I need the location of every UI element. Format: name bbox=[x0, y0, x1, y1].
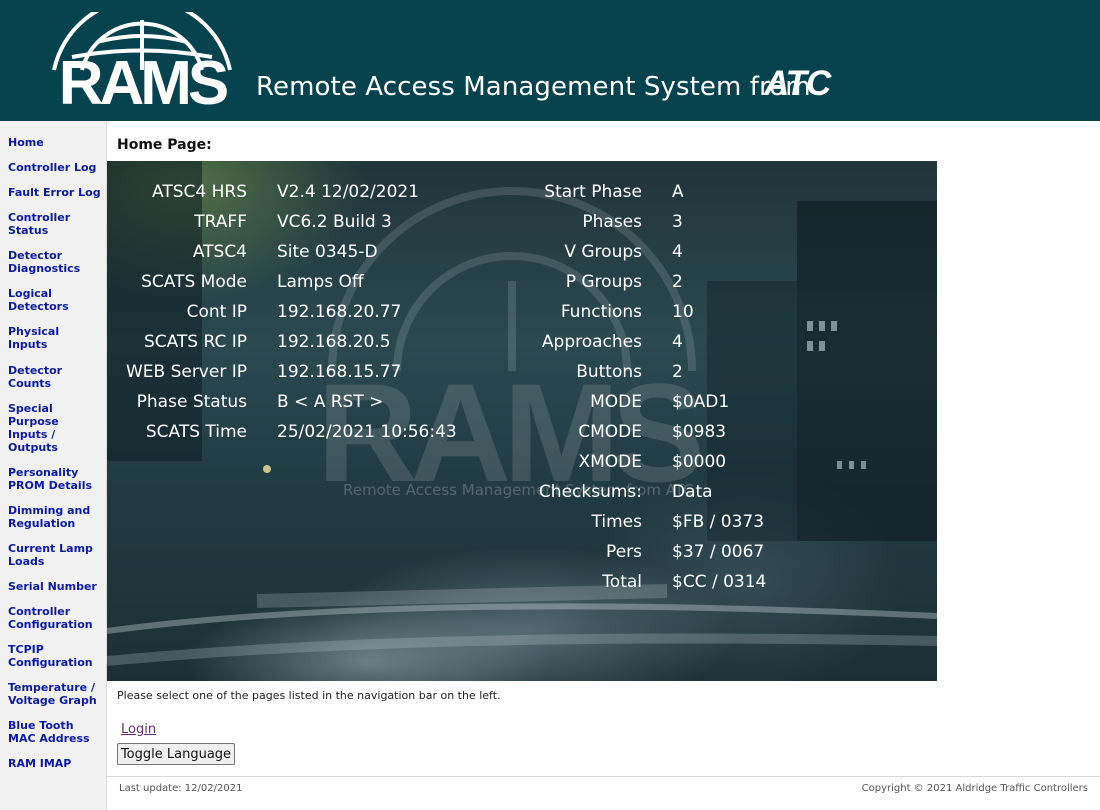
value-times: $FB / 0373 bbox=[672, 512, 765, 532]
sidebar-item-dimming-regulation[interactable]: Dimming and Regulation bbox=[8, 504, 104, 530]
rams-logo-text: RAMS bbox=[59, 49, 227, 112]
label-web-server-ip: WEB Server IP bbox=[125, 362, 247, 382]
label-scats-mode: SCATS Mode bbox=[141, 272, 247, 292]
value-checksums: Data bbox=[672, 482, 713, 502]
sidebar-item-physical-inputs[interactable]: Physical Inputs bbox=[8, 325, 104, 351]
instruction-note: Please select one of the pages listed in… bbox=[117, 689, 501, 702]
label-cont-ip: Cont IP bbox=[186, 302, 247, 322]
label-phase-status: Phase Status bbox=[136, 392, 247, 412]
sidebar-item-tcpip-configuration[interactable]: TCPIP Configuration bbox=[8, 643, 104, 669]
label-total: Total bbox=[602, 572, 642, 592]
label-buttons: Buttons bbox=[576, 362, 642, 382]
value-atsc4-hrs: V2.4 12/02/2021 bbox=[277, 182, 420, 202]
label-traff: TRAFF bbox=[194, 212, 247, 232]
label-cmode: CMODE bbox=[578, 422, 642, 442]
sidebar-item-bluetooth-mac[interactable]: Blue Tooth MAC Address bbox=[8, 719, 104, 745]
value-cont-ip: 192.168.20.77 bbox=[277, 302, 402, 322]
label-pers: Pers bbox=[606, 542, 642, 562]
sidebar-item-controller-configuration[interactable]: Controller Configuration bbox=[8, 605, 104, 631]
background-scene: RAMS Remote Access Management System fro… bbox=[107, 161, 937, 666]
value-traff: VC6.2 Build 3 bbox=[277, 212, 392, 232]
label-mode: MODE bbox=[590, 392, 642, 412]
label-start-phase: Start Phase bbox=[544, 182, 642, 202]
value-functions: 10 bbox=[672, 302, 694, 322]
label-approaches: Approaches bbox=[541, 332, 642, 352]
value-phase-status: B < A RST > bbox=[277, 392, 384, 412]
site-header: RAMS Remote Access Management System fro… bbox=[0, 0, 1100, 121]
label-atsc4-hrs: ATSC4 HRS bbox=[152, 182, 247, 202]
value-mode: $0AD1 bbox=[672, 392, 730, 412]
sidebar-item-controller-status[interactable]: Controller Status bbox=[8, 211, 104, 237]
value-scats-time: 25/02/2021 10:56:43 bbox=[277, 422, 457, 442]
sidebar-item-special-purpose-io[interactable]: Special Purpose Inputs / Outputs bbox=[8, 402, 104, 454]
sidebar-item-ram-imap[interactable]: RAM IMAP bbox=[8, 757, 104, 770]
toggle-language-button[interactable]: Toggle Language bbox=[117, 743, 235, 765]
login-link[interactable]: Login bbox=[121, 722, 156, 737]
value-approaches: 4 bbox=[672, 332, 683, 352]
label-times: Times bbox=[591, 512, 642, 532]
value-buttons: 2 bbox=[672, 362, 683, 382]
rams-logo: RAMS bbox=[52, 12, 232, 112]
label-scats-time: SCATS Time bbox=[145, 422, 247, 442]
label-v-groups: V Groups bbox=[564, 242, 642, 262]
value-pers: $37 / 0067 bbox=[672, 542, 765, 562]
label-phases: Phases bbox=[582, 212, 642, 232]
footer-divider bbox=[107, 776, 1100, 777]
value-cmode: $0983 bbox=[672, 422, 727, 442]
label-checksums: Checksums: bbox=[538, 482, 642, 502]
sidebar-item-detector-counts[interactable]: Detector Counts bbox=[8, 364, 104, 390]
value-scats-rc-ip: 192.168.20.5 bbox=[277, 332, 391, 352]
sidebar-nav: Home Controller Log Fault Error Log Cont… bbox=[0, 121, 107, 810]
sidebar-item-serial-number[interactable]: Serial Number bbox=[8, 580, 104, 593]
sidebar-item-detector-diagnostics[interactable]: Detector Diagnostics bbox=[8, 249, 104, 275]
sidebar-item-home[interactable]: Home bbox=[8, 136, 104, 149]
copyright-text: Copyright © 2021 Aldridge Traffic Contro… bbox=[861, 783, 1088, 794]
label-xmode: XMODE bbox=[578, 452, 642, 472]
label-p-groups: P Groups bbox=[565, 272, 642, 292]
value-v-groups: 4 bbox=[672, 242, 683, 262]
label-scats-rc-ip: SCATS RC IP bbox=[143, 332, 247, 352]
status-panel: RAMS Remote Access Management System fro… bbox=[107, 161, 937, 681]
sidebar-item-controller-log[interactable]: Controller Log bbox=[8, 161, 104, 174]
value-xmode: $0000 bbox=[672, 452, 727, 472]
header-tagline: Remote Access Management System from bbox=[256, 72, 811, 102]
value-total: $CC / 0314 bbox=[672, 572, 767, 592]
value-start-phase: A bbox=[672, 182, 684, 202]
header-brand: ATC bbox=[764, 64, 831, 103]
value-web-server-ip: 192.168.15.77 bbox=[277, 362, 402, 382]
value-p-groups: 2 bbox=[672, 272, 683, 292]
page-title: Home Page: bbox=[117, 137, 212, 153]
value-phases: 3 bbox=[672, 212, 683, 232]
label-atsc4: ATSC4 bbox=[192, 242, 247, 262]
last-update-text: Last update: 12/02/2021 bbox=[119, 783, 243, 794]
sidebar-item-current-lamp-loads[interactable]: Current Lamp Loads bbox=[8, 542, 104, 568]
value-atsc4: Site 0345-D bbox=[277, 242, 378, 262]
label-functions: Functions bbox=[560, 302, 642, 322]
sidebar-item-fault-error-log[interactable]: Fault Error Log bbox=[8, 186, 104, 199]
sidebar-item-temperature-voltage-graph[interactable]: Temperature / Voltage Graph bbox=[8, 681, 104, 707]
value-scats-mode: Lamps Off bbox=[277, 272, 364, 292]
sidebar-item-personality-prom[interactable]: Personality PROM Details bbox=[8, 466, 104, 492]
sidebar-item-logical-detectors[interactable]: Logical Detectors bbox=[8, 287, 104, 313]
